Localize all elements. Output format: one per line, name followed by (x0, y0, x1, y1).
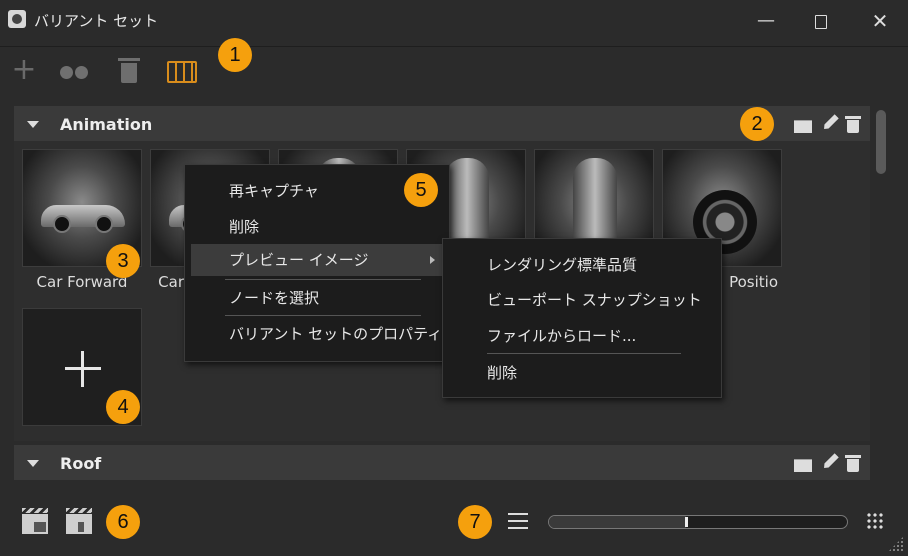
pencil-icon[interactable] (816, 111, 841, 136)
preview-image-submenu: レンダリング標準品質 ビューポート スナップショット ファイルからロード... … (442, 238, 722, 398)
grid-view-icon (167, 61, 197, 83)
menu-separator (487, 353, 681, 354)
toolbar: + (0, 46, 908, 96)
plus-icon: + (11, 52, 37, 87)
group-actions (794, 454, 864, 472)
app-camera-icon (8, 10, 26, 28)
group-header-roof[interactable]: Roof (14, 445, 870, 480)
menu-item-properties[interactable]: バリアント セットのプロパティ... (185, 318, 457, 350)
menu-separator (225, 279, 421, 280)
window-title: バリアント セット (34, 12, 159, 30)
link-dots-button[interactable] (60, 57, 88, 85)
pencil-icon[interactable] (816, 450, 841, 475)
minimize-button[interactable]: — (752, 8, 780, 34)
capture-play-button[interactable] (64, 508, 96, 538)
thumbnail-label: Car (158, 273, 184, 291)
callout-badge-5: 5 (404, 173, 438, 207)
collapse-arrow-icon[interactable] (27, 460, 39, 467)
submenu-item-viewport-snapshot[interactable]: ビューポート スナップショット (443, 284, 721, 316)
callout-badge-3: 3 (106, 244, 140, 278)
thumbnail-label: Positio (729, 273, 778, 291)
callout-badge-1: 1 (218, 38, 252, 72)
submenu-arrow-icon (430, 256, 435, 264)
clapperboard-image-icon (22, 508, 48, 534)
slider-handle[interactable] (685, 517, 689, 527)
menu-item-label: プレビュー イメージ (229, 251, 369, 269)
grid-view-button[interactable] (166, 57, 198, 85)
submenu-item-load-from-file[interactable]: ファイルからロード... (443, 320, 721, 352)
menu-item-delete[interactable]: 削除 (185, 211, 449, 243)
callout-badge-2: 2 (740, 107, 774, 141)
title-bar: バリアント セット — ✕ (0, 0, 908, 44)
thumbnail-size-slider[interactable] (548, 515, 848, 529)
clapperboard-icon[interactable] (794, 120, 812, 133)
slider-fill (549, 516, 687, 528)
menu-item-preview-image[interactable]: プレビュー イメージ (191, 244, 445, 276)
submenu-item-render-standard[interactable]: レンダリング標準品質 (443, 249, 721, 281)
bottom-bar: 6 7 (0, 488, 908, 556)
submenu-item-delete[interactable]: 削除 (443, 357, 721, 389)
callout-badge-6: 6 (106, 505, 140, 539)
delete-button[interactable] (116, 57, 144, 85)
scrollbar-thumb[interactable] (876, 110, 886, 174)
car-side-view-icon (41, 205, 125, 233)
list-view-icon[interactable] (508, 513, 528, 529)
menu-separator (225, 315, 421, 316)
callout-badge-7: 7 (458, 505, 492, 539)
grid-dots-icon[interactable] (866, 512, 884, 530)
trash-icon (118, 58, 140, 83)
group-actions (794, 115, 864, 133)
clapperboard-icon[interactable] (794, 459, 812, 472)
maximize-button[interactable] (806, 8, 834, 34)
trash-icon[interactable] (844, 454, 862, 472)
trash-icon[interactable] (844, 115, 862, 133)
callout-badge-4: 4 (106, 390, 140, 424)
group-title: Roof (60, 454, 102, 473)
capture-image-button[interactable] (20, 508, 52, 538)
close-button[interactable]: ✕ (866, 8, 894, 34)
add-variant-set-button[interactable]: + (10, 55, 38, 85)
clapperboard-play-icon (66, 508, 92, 534)
vertical-scrollbar[interactable] (872, 104, 892, 480)
collapse-arrow-icon[interactable] (27, 121, 39, 128)
group-title: Animation (60, 115, 153, 134)
menu-item-select-node[interactable]: ノードを選択 (185, 282, 449, 314)
